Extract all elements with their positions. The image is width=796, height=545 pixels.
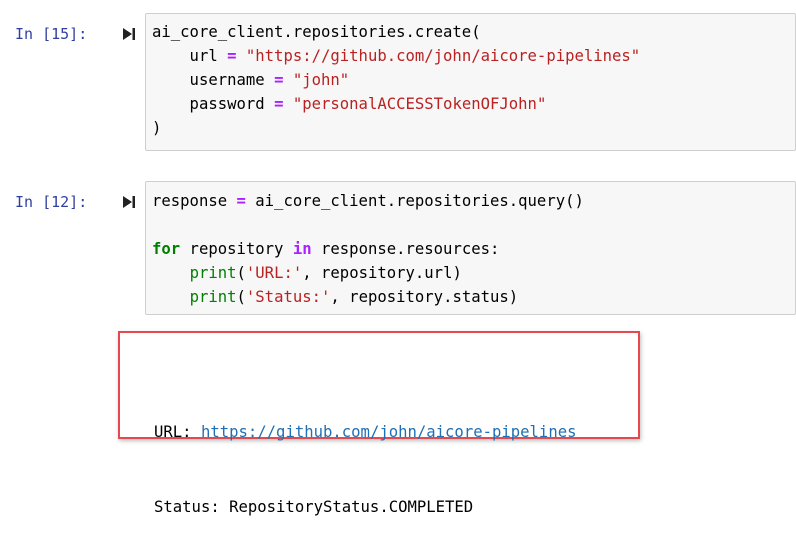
code-token: ): [152, 119, 162, 137]
code-token: (: [236, 264, 246, 282]
code-editor[interactable]: ai_core_client.repositories.create( url …: [152, 20, 640, 140]
code-line: password = "personalACCESSTokenOFJohn": [152, 92, 640, 116]
code-token: ai_core_client.repositories.create(: [152, 23, 481, 41]
code-token: (: [236, 288, 246, 306]
cell-output: URL: https://github.com/john/aicore-pipe…: [154, 370, 576, 545]
code-line: print('URL:', repository.url): [152, 261, 584, 285]
code-editor[interactable]: response = ai_core_client.repositories.q…: [152, 189, 584, 309]
output-url-line: URL: https://github.com/john/aicore-pipe…: [154, 420, 576, 445]
code-line: for repository in response.resources:: [152, 237, 584, 261]
run-cell-icon[interactable]: [122, 27, 136, 41]
code-token: , repository.status): [330, 288, 519, 306]
code-line: ai_core_client.repositories.create(: [152, 20, 640, 44]
code-token: "https://github.com/john/aicore-pipeline…: [245, 47, 641, 65]
code-token: ai_core_client.repositories.query(): [245, 192, 584, 210]
output-url-value: https://github.com/john/aicore-pipelines: [200, 423, 577, 441]
code-line: ): [152, 116, 640, 140]
code-token: 'Status:': [245, 288, 331, 306]
code-token: repository: [180, 240, 293, 258]
code-token: print: [189, 288, 237, 306]
code-line: print('Status:', repository.status): [152, 285, 584, 309]
code-token: url: [152, 47, 228, 65]
code-line: response = ai_core_client.repositories.q…: [152, 189, 584, 213]
code-token: for: [152, 240, 181, 258]
code-token: response.resources:: [311, 240, 500, 258]
cell-prompt: In [15]:: [15, 25, 88, 43]
code-line: username = "john": [152, 68, 640, 92]
code-token: print: [189, 264, 237, 282]
cell-prompt: In [12]:: [15, 193, 88, 211]
output-status-line: Status: RepositoryStatus.COMPLETED: [154, 498, 474, 516]
code-line: url = "https://github.com/john/aicore-pi…: [152, 44, 641, 68]
code-token: "personalACCESSTokenOFJohn": [292, 95, 547, 113]
code-token: 'URL:': [245, 264, 303, 282]
output-url-label: URL:: [154, 423, 201, 441]
code-token: in: [292, 240, 312, 258]
code-token: "john": [292, 71, 350, 89]
run-cell-icon[interactable]: [122, 195, 136, 209]
code-token: =: [227, 47, 237, 65]
code-token: password: [152, 95, 275, 113]
code-token: username: [152, 71, 275, 89]
code-token: , repository.url): [302, 264, 462, 282]
code-token: =: [236, 192, 246, 210]
code-token: response: [152, 192, 237, 210]
